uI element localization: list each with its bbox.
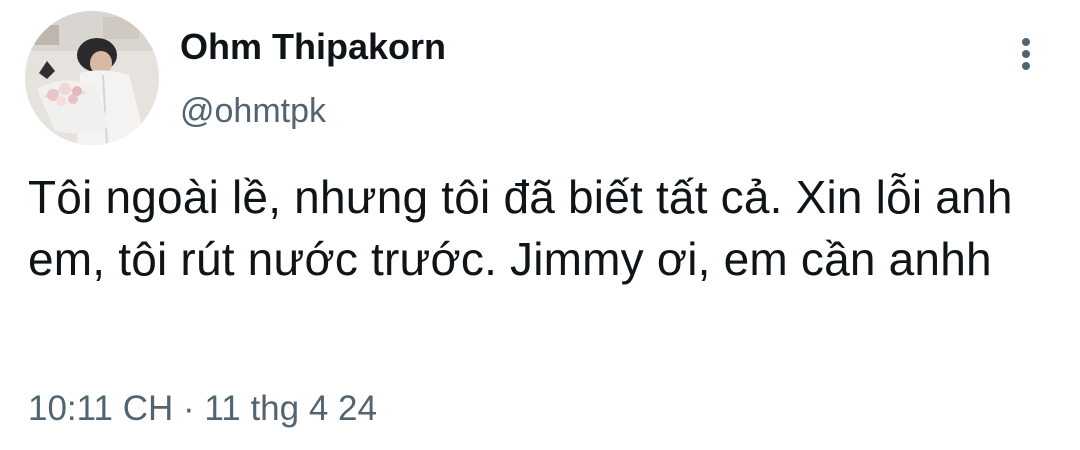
- tweet-date: 11 thg 4 24: [204, 389, 377, 428]
- meta-separator: ·: [183, 389, 195, 428]
- tweet-card: Ohm Thipakorn @ohmtpk Tôi ngoài lề, nhưn…: [0, 0, 1080, 450]
- tweet-timestamp[interactable]: 10:11 CH · 11 thg 4 24: [28, 388, 377, 430]
- author-display-name[interactable]: Ohm Thipakorn: [180, 26, 446, 68]
- profile-photo-icon: [25, 11, 159, 145]
- avatar[interactable]: [25, 11, 159, 145]
- more-vertical-icon: [1022, 38, 1030, 70]
- author-handle[interactable]: @ohmtpk: [180, 90, 326, 132]
- tweet-text: Tôi ngoài lề, nhưng tôi đã biết tất cả. …: [28, 171, 1013, 285]
- tweet-time: 10:11 CH: [28, 389, 174, 428]
- more-options-button[interactable]: [1004, 32, 1048, 76]
